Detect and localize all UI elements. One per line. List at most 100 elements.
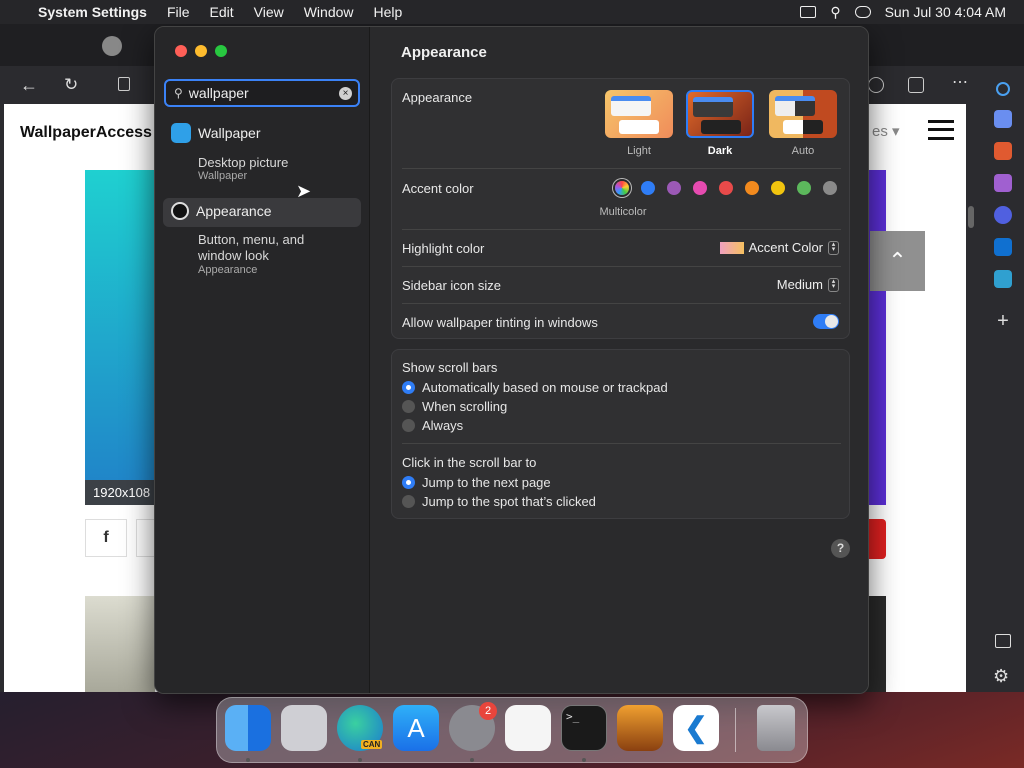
scroll-radio-automatic[interactable]: Automatically based on mouse or trackpad [402,380,668,395]
accent-color-swatch[interactable] [797,181,811,195]
menu-view[interactable]: View [254,4,284,20]
terminal-icon[interactable]: >_ [561,705,607,751]
settings-search-field[interactable]: ⚲ wallpaper × [164,79,360,107]
accent-color-swatch[interactable] [641,181,655,195]
accent-color-swatch[interactable] [667,181,681,195]
reload-icon[interactable]: ↻ [64,75,78,95]
wallpaper-tinting-toggle[interactable] [813,314,839,329]
control-center-icon[interactable] [854,6,871,18]
pages-menu[interactable]: es ▾ [872,122,900,140]
games-icon[interactable] [994,174,1012,192]
radio-label: Jump to the spot that’s clicked [422,494,596,509]
screen-mirroring-icon[interactable] [800,6,817,18]
spotlight-search-icon[interactable]: ⚲ [830,4,840,21]
finder-icon[interactable] [225,705,271,751]
menubar-clock[interactable]: Sun Jul 30 4:04 AM [885,4,1006,20]
settings-main-pane: Appearance Appearance Light Dark Auto Ac… [371,27,868,693]
page-scrollbar[interactable] [968,206,974,228]
search-input[interactable]: wallpaper [189,85,249,101]
result-description[interactable]: Desktop picture [198,155,353,170]
notification-badge: 2 [479,702,497,720]
more-options-icon[interactable]: ⋯ [952,72,968,92]
sidebar-icon-size-label: Sidebar icon size [402,278,501,293]
separator [402,266,841,267]
vscode-icon[interactable]: ❮ [673,705,719,751]
running-indicator [582,758,586,762]
app-store-icon[interactable]: A [393,705,439,751]
accent-multicolor-swatch[interactable] [615,181,629,195]
resolution-label: 1920x108 [85,480,155,505]
wallpaper-photo[interactable] [85,596,155,692]
share-button[interactable] [136,519,156,557]
menubar-app-name[interactable]: System Settings [38,4,147,20]
close-window-button[interactable] [175,45,187,57]
tools-icon[interactable] [994,142,1012,160]
outlook-icon[interactable] [994,238,1012,256]
trash-icon[interactable] [757,705,795,751]
appearance-dark-option[interactable] [686,90,754,138]
menu-edit[interactable]: Edit [210,4,234,20]
radio-button[interactable] [402,381,415,394]
sidebar-toggle-icon[interactable] [995,634,1011,648]
garageband-icon[interactable] [617,705,663,751]
separator [402,168,841,169]
scroll-radio-always[interactable]: Always [402,418,463,433]
click-radio-next-page[interactable]: Jump to the next page [402,475,551,490]
share-icon[interactable] [908,77,924,93]
accent-color-swatch[interactable] [719,181,733,195]
result-category: Appearance [198,264,258,276]
highlight-color-popup[interactable]: Accent Color ▴ ▾ [719,240,839,255]
result-description[interactable]: Button, menu, and window look [198,232,328,264]
settings-gear-icon[interactable]: ⚙ [993,666,1009,687]
result-title: Wallpaper [198,125,261,141]
copilot-icon[interactable] [994,206,1012,224]
search-result-appearance[interactable]: Appearance [163,198,361,227]
appearance-auto-label: Auto [791,145,815,157]
help-button[interactable]: ? [831,539,850,558]
menu-window[interactable]: Window [304,4,354,20]
click-radio-spot-clicked[interactable]: Jump to the spot that’s clicked [402,494,596,509]
scroll-top-button[interactable]: ⌃ [870,231,925,291]
light-dock-preview [619,120,659,134]
settings-sidebar: ⚲ wallpaper × Wallpaper Desktop picture … [155,27,370,693]
clear-search-icon[interactable]: × [339,86,352,100]
zoom-window-button[interactable] [215,45,227,57]
send-icon[interactable] [994,270,1012,288]
back-arrow-icon[interactable]: ← [20,75,38,96]
appearance-light-option[interactable] [605,90,673,138]
site-title[interactable]: WallpaperAccess [20,124,152,142]
radio-button[interactable] [402,476,415,489]
textedit-icon[interactable] [505,705,551,751]
menu-help[interactable]: Help [374,4,403,20]
accent-color-swatch[interactable] [693,181,707,195]
shopping-tag-icon[interactable] [994,110,1012,128]
radio-label: Jump to the next page [422,475,551,490]
extension-icon[interactable] [868,77,884,93]
profile-avatar[interactable] [102,36,122,56]
radio-button[interactable] [402,400,415,413]
menu-file[interactable]: File [167,4,190,20]
result-title: Appearance [196,203,272,219]
scroll-radio-when-scrolling[interactable]: When scrolling [402,399,507,414]
minimize-window-button[interactable] [195,45,207,57]
appearance-group: Appearance Light Dark Auto Accent color … [391,78,850,339]
menubar: System Settings File Edit View Window He… [0,0,1024,24]
search-icon[interactable] [996,82,1010,96]
appearance-auto-option[interactable] [769,90,837,138]
wallpaper-thumbnail[interactable] [85,170,155,505]
accent-color-swatch[interactable] [823,181,837,195]
accent-color-swatch[interactable] [745,181,759,195]
radio-button[interactable] [402,495,415,508]
facebook-share-button[interactable]: f [85,519,127,557]
radio-button[interactable] [402,419,415,432]
auto-dock-preview [783,120,823,134]
show-scroll-bars-label: Show scroll bars [402,360,498,375]
search-result-wallpaper[interactable]: Wallpaper Desktop picture Wallpaper [163,119,361,186]
highlight-swatch [719,241,744,254]
hamburger-menu-icon[interactable] [928,120,954,140]
launchpad-icon[interactable] [281,705,327,751]
sidebar-icon-size-popup[interactable]: Medium ▴ ▾ [777,277,839,292]
separator [402,443,841,444]
accent-color-swatch[interactable] [771,181,785,195]
add-icon[interactable]: + [994,310,1012,333]
